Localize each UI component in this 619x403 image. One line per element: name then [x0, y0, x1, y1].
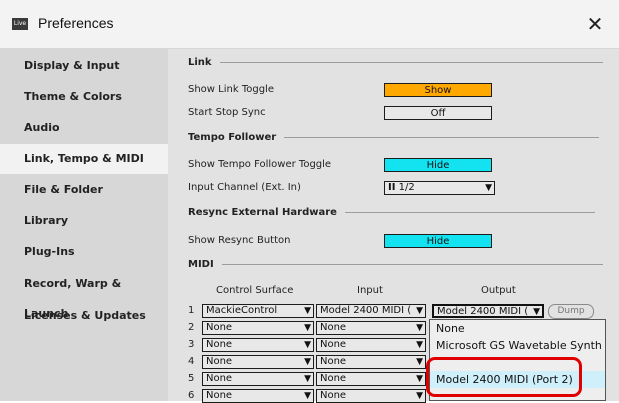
dropdown-arrow-icon: ▼ [485, 183, 492, 193]
input-channel-select[interactable]: II 1/2 ▼ [384, 181, 495, 195]
row-number: 1 [188, 305, 195, 316]
section-tempo-follower-heading: Tempo Follower [188, 132, 277, 143]
show-tempo-follower-label: Show Tempo Follower Toggle [188, 159, 332, 170]
select-value: None [206, 322, 233, 333]
input-channel-label: Input Channel (Ext. In) [188, 182, 301, 193]
midi-input-select[interactable]: None ▼ [316, 321, 426, 335]
dropdown-arrow-icon: ▼ [416, 357, 423, 367]
dropdown-arrow-icon: ▼ [533, 307, 540, 317]
select-value: MackieControl [206, 305, 278, 316]
select-value: None [320, 373, 347, 384]
control-surface-select[interactable]: None ▼ [202, 338, 314, 352]
title-bar: Live Preferences ✕ [0, 0, 619, 49]
sidebar-item-licenses-updates[interactable]: Licenses & Updates [0, 301, 168, 331]
divider [219, 62, 603, 63]
divider [221, 264, 603, 265]
section-midi-heading: MIDI [188, 259, 214, 270]
row-number: 5 [188, 373, 195, 384]
section-resync-heading: Resync External Hardware [188, 207, 337, 218]
show-link-toggle-label: Show Link Toggle [188, 84, 274, 95]
midi-input-select[interactable]: Model 2400 MIDI ( ▼ [316, 304, 426, 318]
dropdown-arrow-icon: ▼ [304, 340, 311, 350]
sidebar-item-audio[interactable]: Audio [0, 113, 168, 143]
dropdown-arrow-icon: ▼ [416, 340, 423, 350]
dropdown-arrow-icon: ▼ [416, 374, 423, 384]
select-value: None [206, 356, 233, 367]
column-control-surface: Control Surface [216, 285, 294, 296]
dump-button[interactable]: Dump [548, 304, 594, 319]
input-channel-value: 1/2 [398, 182, 415, 193]
row-number: 2 [188, 322, 195, 333]
live-app-icon: Live [12, 18, 28, 30]
dropdown-arrow-icon: ▼ [304, 323, 311, 333]
select-value: None [206, 373, 233, 384]
red-highlight-circle [426, 357, 582, 397]
close-icon[interactable]: ✕ [583, 12, 607, 36]
divider [284, 137, 600, 138]
row-number: 6 [188, 390, 195, 401]
sidebar-item-plug-ins[interactable]: Plug-Ins [0, 237, 168, 267]
window-title: Preferences [38, 15, 114, 31]
sidebar-item-record-warp-launch[interactable]: Record, Warp & Launch [0, 269, 168, 320]
divider [344, 212, 595, 213]
midi-output-select[interactable]: Model 2400 MIDI ( ▼ [432, 304, 544, 318]
show-tempo-follower-button[interactable]: Hide [384, 158, 492, 172]
dropdown-arrow-icon: ▼ [304, 374, 311, 384]
dropdown-arrow-icon: ▼ [304, 391, 311, 401]
select-value: None [206, 390, 233, 401]
section-midi: MIDI [188, 259, 603, 270]
select-value: None [206, 339, 233, 350]
select-value: Model 2400 MIDI ( [437, 306, 529, 317]
select-value: None [320, 390, 347, 401]
start-stop-sync-button[interactable]: Off [384, 106, 492, 120]
sidebar-item-theme-colors[interactable]: Theme & Colors [0, 82, 168, 112]
dropdown-arrow-icon: ▼ [416, 391, 423, 401]
midi-input-select[interactable]: None ▼ [316, 338, 426, 352]
control-surface-select[interactable]: None ▼ [202, 355, 314, 369]
sidebar-item-display-input[interactable]: Display & Input [0, 51, 168, 81]
select-value: None [320, 322, 347, 333]
control-surface-select[interactable]: None ▼ [202, 372, 314, 386]
section-tempo-follower: Tempo Follower [188, 132, 600, 143]
show-resync-label: Show Resync Button [188, 235, 291, 246]
dropdown-arrow-icon: ▼ [416, 306, 423, 316]
sidebar-item-file-folder[interactable]: File & Folder [0, 175, 168, 205]
dropdown-option-ms-gs-wavetable[interactable]: Microsoft GS Wavetable Synth [436, 339, 602, 352]
control-surface-select[interactable]: MackieControl ▼ [202, 304, 314, 318]
select-value: None [320, 356, 347, 367]
section-resync: Resync External Hardware [188, 207, 595, 218]
row-number: 3 [188, 339, 195, 350]
section-link-heading: Link [188, 57, 212, 68]
column-input: Input [357, 285, 383, 296]
control-surface-select[interactable]: None ▼ [202, 321, 314, 335]
stereo-channel-icon: II [388, 182, 396, 193]
show-resync-button[interactable]: Hide [384, 234, 492, 248]
dropdown-arrow-icon: ▼ [416, 323, 423, 333]
section-link: Link [188, 57, 603, 68]
midi-input-select[interactable]: None ▼ [316, 372, 426, 386]
row-number: 4 [188, 356, 195, 367]
midi-input-select[interactable]: None ▼ [316, 355, 426, 369]
column-output: Output [481, 285, 516, 296]
select-value: None [320, 339, 347, 350]
dropdown-arrow-icon: ▼ [304, 306, 311, 316]
select-value: Model 2400 MIDI ( [320, 305, 412, 316]
start-stop-sync-label: Start Stop Sync [188, 107, 266, 118]
sidebar-item-library[interactable]: Library [0, 206, 168, 236]
sidebar-item-link-tempo-midi[interactable]: Link, Tempo & MIDI [0, 144, 168, 174]
dropdown-arrow-icon: ▼ [304, 357, 311, 367]
show-link-toggle-button[interactable]: Show [384, 83, 492, 97]
sidebar: Display & Input Theme & Colors Audio Lin… [0, 49, 168, 401]
dropdown-option-none[interactable]: None [436, 322, 465, 335]
